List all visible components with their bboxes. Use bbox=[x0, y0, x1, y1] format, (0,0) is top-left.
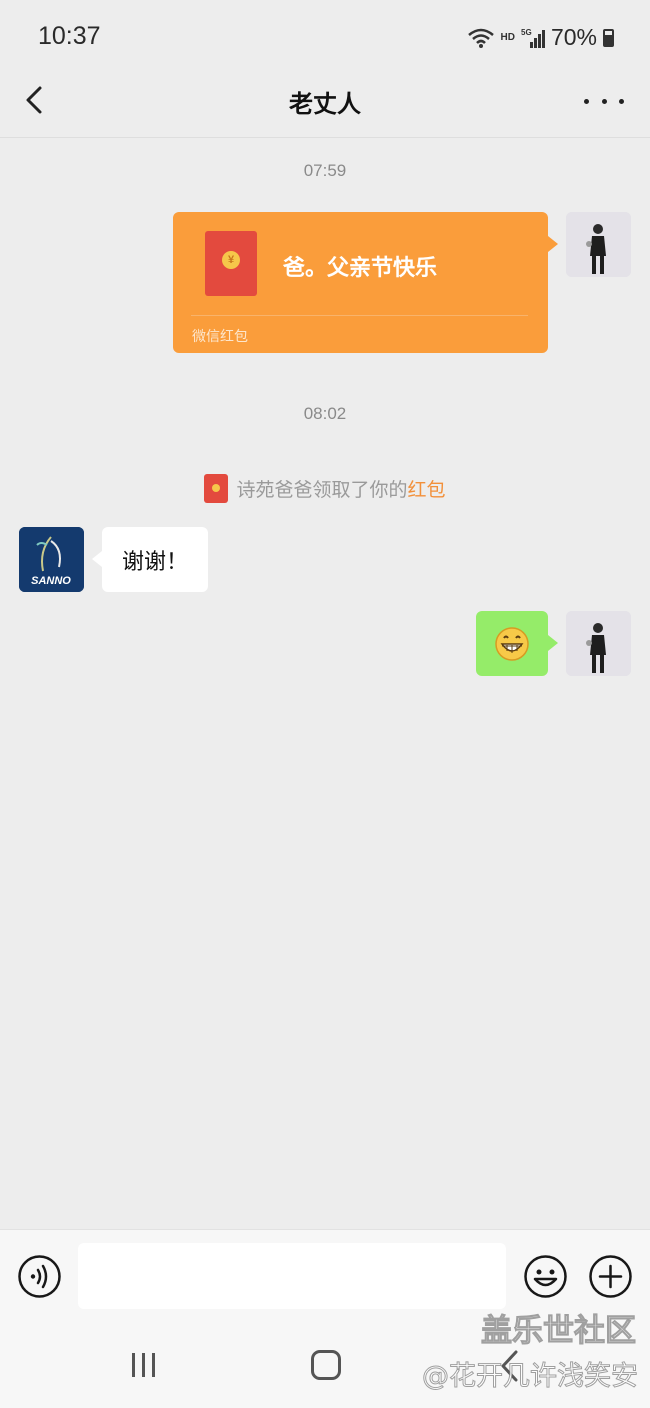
battery-percent: 70% bbox=[550, 24, 597, 50]
network-hd-label: HD bbox=[500, 32, 515, 43]
incoming-message-text: 谢谢！ bbox=[122, 549, 189, 575]
red-envelope-icon: ¥ bbox=[205, 231, 257, 296]
plus-icon[interactable] bbox=[588, 1254, 633, 1299]
voice-icon[interactable] bbox=[17, 1254, 62, 1299]
recent-apps-icon[interactable] bbox=[128, 1351, 160, 1379]
red-packet-bubble[interactable]: ¥ 爸。父亲节快乐 微信红包 bbox=[173, 212, 558, 353]
contact-avatar[interactable]: SANNO bbox=[19, 527, 84, 592]
person-photo bbox=[566, 611, 631, 676]
system-notice: 诗苑爸爸领取了你的 红包 bbox=[0, 473, 650, 503]
svg-text:5G: 5G bbox=[521, 28, 532, 37]
message-input[interactable] bbox=[78, 1243, 506, 1309]
message-timestamp: 08:02 bbox=[303, 404, 347, 423]
red-packet-link[interactable]: 红包 bbox=[408, 475, 446, 502]
watermark-user: @花开几许浅笑安 bbox=[422, 1361, 639, 1393]
chat-title: 老丈人 bbox=[289, 90, 361, 118]
message-timestamp: 07:59 bbox=[303, 161, 347, 180]
emoji-icon[interactable] bbox=[523, 1254, 568, 1299]
person-photo bbox=[566, 212, 631, 277]
logo-text: SANNO bbox=[31, 575, 71, 587]
battery-icon bbox=[603, 28, 614, 47]
incoming-message-bubble[interactable]: 谢谢！ bbox=[91, 527, 209, 592]
wifi-icon bbox=[467, 28, 494, 48]
red-packet-message: 爸。父亲节快乐 bbox=[283, 256, 438, 281]
status-indicators: HD 5G 70% bbox=[467, 24, 614, 51]
coin-symbol: ¥ bbox=[222, 251, 240, 269]
outgoing-emoji-bubble[interactable] bbox=[476, 611, 558, 676]
red-packet-label: 微信红包 bbox=[192, 329, 248, 345]
watermark-title: 盖乐世社区 bbox=[481, 1313, 637, 1350]
grin-emoji-icon bbox=[495, 626, 529, 661]
status-bar: 10:37 HD 5G 70% bbox=[0, 0, 650, 72]
red-packet-small-icon bbox=[204, 473, 229, 503]
divider bbox=[191, 315, 528, 316]
more-icon[interactable] bbox=[584, 86, 624, 116]
system-notice-text: 诗苑爸爸领取了你的 bbox=[236, 478, 408, 501]
home-icon[interactable] bbox=[311, 1350, 341, 1380]
my-avatar[interactable] bbox=[566, 611, 631, 676]
chat-header: 老丈人 bbox=[0, 72, 650, 138]
sanno-logo: SANNO bbox=[19, 527, 84, 592]
my-avatar[interactable] bbox=[566, 212, 631, 277]
signal-icon: 5G bbox=[521, 28, 545, 48]
status-time: 10:37 bbox=[38, 22, 101, 50]
